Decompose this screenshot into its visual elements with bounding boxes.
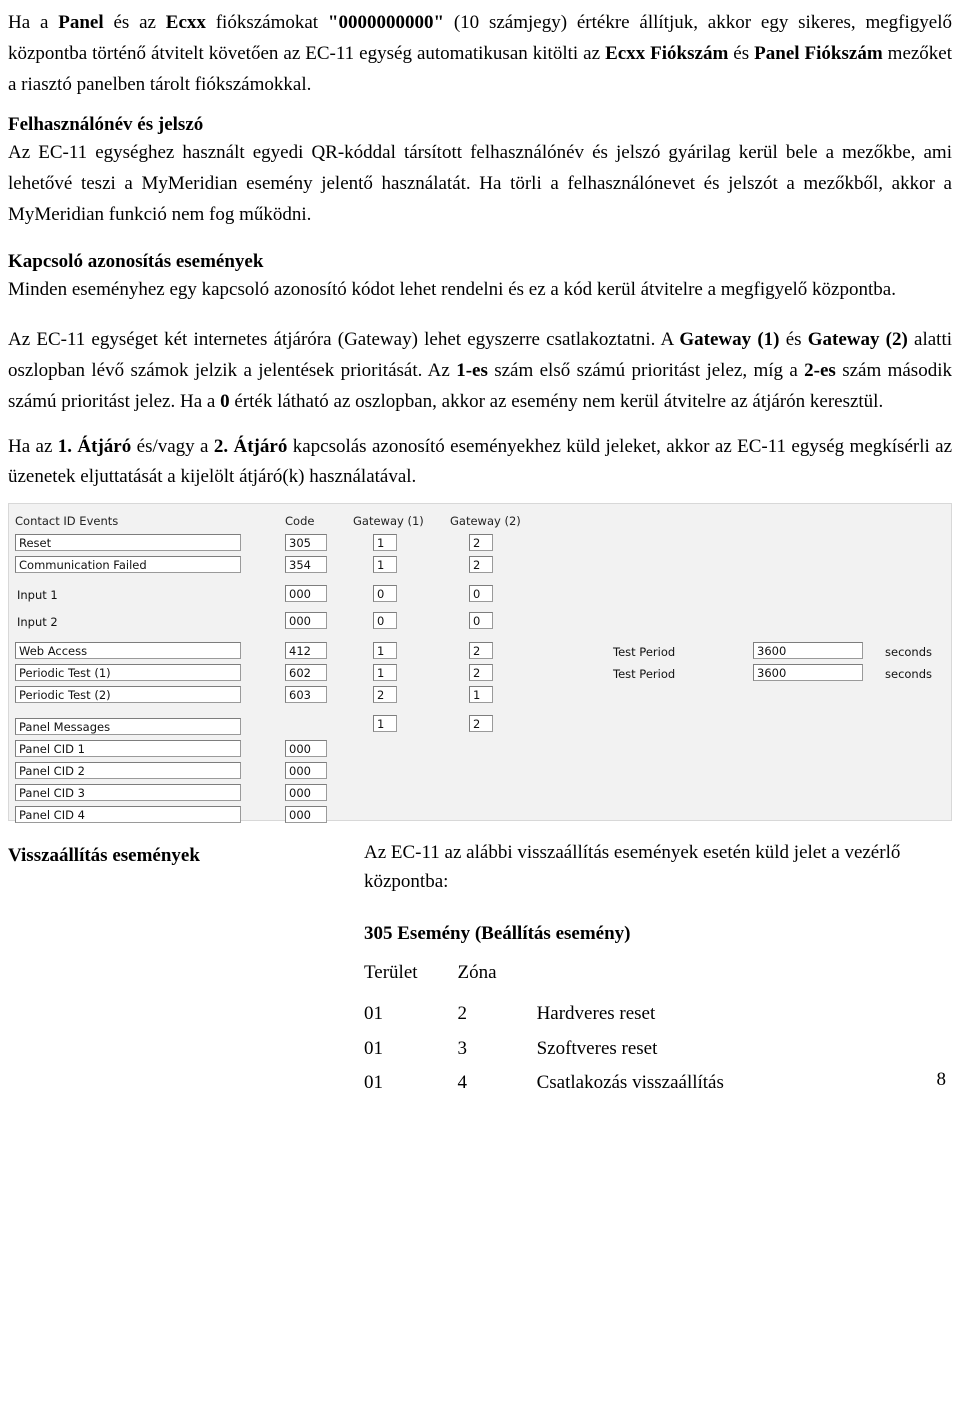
row-description: Hardveres reset: [536, 1003, 656, 1025]
event-gateway1-panel-messages[interactable]: 1: [373, 715, 397, 733]
intro-paragraph-text: Ha a Panel és az Ecxx fiókszámokat "0000…: [8, 12, 953, 95]
event-gateway2-reset[interactable]: 2: [469, 534, 493, 552]
heading-username-password: Felhasználónév és jelszó: [8, 114, 204, 136]
test-period-value-1[interactable]: 3600: [753, 642, 863, 660]
intro-paragraph: Ha a Panel és az Ecxx fiókszámokat "0000…: [0, 8, 960, 100]
event-code-input-1[interactable]: 000: [285, 585, 327, 603]
event-gateway2-panel-messages[interactable]: 2: [469, 715, 493, 733]
test-period-units-1: seconds: [885, 645, 933, 660]
reset-events-content: Az EC-11 az alábbi visszaállítás esemény…: [364, 839, 952, 1101]
column-header-gateway2: Gateway (2): [450, 514, 521, 529]
table-row: 01 4 Csatlakozás visszaállítás: [364, 1066, 764, 1101]
event-gateway1-web-access[interactable]: 1: [373, 642, 397, 660]
row-area: 01: [364, 1003, 383, 1025]
event-label-periodic-test-1[interactable]: Periodic Test (1): [15, 664, 241, 682]
event-code-communication-failed[interactable]: 354: [285, 556, 327, 574]
gateway-paragraph-2-text: Ha az 1. Átjáró és/vagy a 2. Átjáró kapc…: [8, 435, 953, 488]
test-period-label-1: Test Period: [613, 645, 676, 660]
event-label-panel-cid-4[interactable]: Panel CID 4: [15, 806, 241, 824]
event-label-panel-cid-2[interactable]: Panel CID 2: [15, 762, 241, 780]
reset-events-subtitle: 305 Esemény (Beállítás esemény): [364, 923, 631, 945]
event-code-panel-cid-2[interactable]: 000: [285, 762, 327, 780]
table-header-description: [537, 959, 764, 998]
event-label-web-access[interactable]: Web Access: [15, 642, 241, 660]
event-code-reset[interactable]: 305: [285, 534, 327, 552]
table-row: 01 3 Szoftveres reset: [364, 1032, 764, 1067]
gateway-paragraph: Az EC-11 egységet két internetes átjárór…: [0, 325, 960, 417]
gateway-paragraph-2: Ha az 1. Átjáró és/vagy a 2. Átjáró kapc…: [0, 432, 960, 494]
event-label-periodic-test-2[interactable]: Periodic Test (2): [15, 686, 241, 704]
event-label-communication-failed[interactable]: Communication Failed: [15, 556, 241, 574]
event-code-input-2[interactable]: 000: [285, 612, 327, 630]
heading-switch-ident-events: Kapcsoló azonosítás események: [8, 250, 264, 272]
row-description: Csatlakozás visszaállítás: [536, 1072, 724, 1094]
test-period-value-2[interactable]: 3600: [753, 664, 863, 682]
event-gateway2-communication-failed[interactable]: 2: [469, 556, 493, 574]
event-gateway1-communication-failed[interactable]: 1: [373, 556, 397, 574]
row-area: 01: [364, 1072, 383, 1094]
table-header-area: Terület: [364, 961, 418, 983]
test-period-label-2: Test Period: [613, 667, 676, 682]
table-header-zone: Zóna: [457, 961, 497, 983]
table-row: 01 2 Hardveres reset: [364, 997, 764, 1032]
event-label-panel-cid-1[interactable]: Panel CID 1: [15, 740, 241, 758]
column-header-contact-id-events: Contact ID Events: [15, 514, 119, 529]
switch-ident-body: Minden eseményhez egy kapcsoló azonosító…: [8, 278, 896, 300]
event-label-panel-cid-3[interactable]: Panel CID 3: [15, 784, 241, 802]
reset-events-section: Visszaállítás események Az EC-11 az aláb…: [0, 839, 960, 1101]
column-header-gateway1: Gateway (1): [353, 514, 424, 529]
document-page: Ha a Panel és az Ecxx fiókszámokat "0000…: [0, 0, 960, 1101]
event-gateway2-web-access[interactable]: 2: [469, 642, 493, 660]
event-gateway1-periodic-test-2[interactable]: 2: [373, 686, 397, 704]
event-label-input-2: Input 2: [17, 615, 58, 630]
gateway-paragraph-text: Az EC-11 egységet két internetes átjárór…: [8, 329, 952, 412]
column-header-code: Code: [285, 514, 315, 529]
event-gateway2-input-1[interactable]: 0: [469, 585, 493, 603]
event-gateway1-reset[interactable]: 1: [373, 534, 397, 552]
event-label-panel-messages[interactable]: Panel Messages: [15, 718, 241, 736]
event-gateway2-periodic-test-2[interactable]: 1: [469, 686, 493, 704]
row-zone: 4: [457, 1072, 468, 1094]
event-label-input-1: Input 1: [17, 588, 58, 603]
event-code-periodic-test-1[interactable]: 602: [285, 664, 327, 682]
row-zone: 3: [457, 1037, 468, 1059]
event-gateway2-input-2[interactable]: 0: [469, 612, 493, 630]
reset-events-title: Visszaállítás események: [8, 845, 200, 867]
contact-id-events-screenshot: Contact ID Events Code Gateway (1) Gatew…: [8, 503, 952, 824]
event-gateway1-input-2[interactable]: 0: [373, 612, 397, 630]
event-gateway1-periodic-test-1[interactable]: 1: [373, 664, 397, 682]
event-code-panel-cid-1[interactable]: 000: [285, 740, 327, 758]
row-zone: 2: [457, 1003, 468, 1025]
event-gateway1-input-1[interactable]: 0: [373, 585, 397, 603]
row-area: 01: [364, 1037, 383, 1059]
event-gateway2-periodic-test-1[interactable]: 2: [469, 664, 493, 682]
event-code-periodic-test-2[interactable]: 603: [285, 686, 327, 704]
figure-inner: Contact ID Events Code Gateway (1) Gatew…: [13, 512, 941, 824]
event-code-panel-cid-3[interactable]: 000: [285, 784, 327, 802]
reset-events-intro: Az EC-11 az alábbi visszaállítás esemény…: [364, 842, 901, 892]
event-label-reset[interactable]: Reset: [15, 534, 241, 552]
page-number: 8: [936, 1068, 947, 1090]
event-code-panel-cid-4[interactable]: 000: [285, 806, 327, 824]
username-password-body: Az EC-11 egységhez használt egyedi QR-kó…: [8, 142, 952, 225]
row-description: Szoftveres reset: [536, 1037, 658, 1059]
table-header-row: Terület Zóna: [364, 959, 764, 998]
event-code-web-access[interactable]: 412: [285, 642, 327, 660]
reset-events-table: Terület Zóna 01 2 Hardveres reset 01 3 S…: [364, 959, 764, 1101]
test-period-units-2: seconds: [885, 667, 933, 682]
